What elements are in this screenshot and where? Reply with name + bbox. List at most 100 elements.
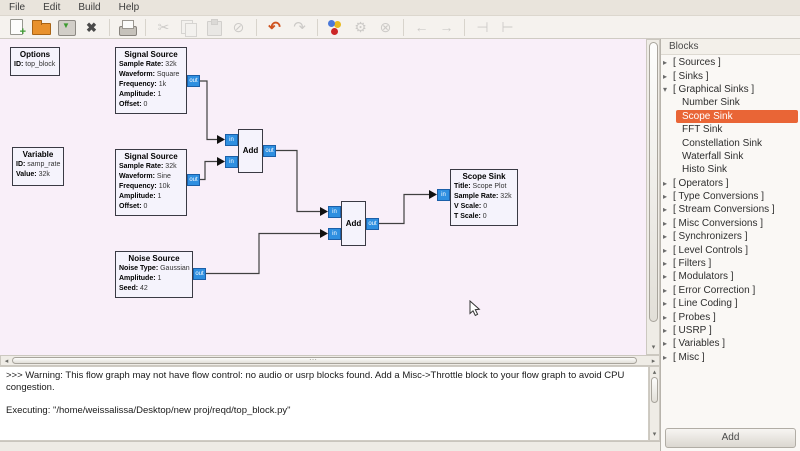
- expander-closed-icon[interactable]: ▸: [663, 177, 672, 190]
- save-icon[interactable]: [54, 17, 79, 37]
- port-in[interactable]: in: [437, 189, 450, 201]
- tree-item-histo-sink[interactable]: Histo Sink: [661, 163, 800, 176]
- block-param: T Scale: 0: [454, 212, 514, 222]
- tree-item-misc-conversions[interactable]: ▸[ Misc Conversions ]: [661, 217, 800, 230]
- block-add-1[interactable]: Add: [238, 129, 263, 173]
- tree-item-stream-conversions[interactable]: ▸[ Stream Conversions ]: [661, 203, 800, 216]
- tree-item-modulators[interactable]: ▸[ Modulators ]: [661, 270, 800, 283]
- block-param: Offset: 0: [119, 202, 183, 212]
- console-line: >>> Warning: This flow graph may not hav…: [6, 370, 642, 393]
- tree-item-fft-sink[interactable]: FFT Sink: [661, 123, 800, 136]
- port-out[interactable]: out: [366, 218, 379, 230]
- tree-item-operators[interactable]: ▸[ Operators ]: [661, 177, 800, 190]
- print-icon[interactable]: [115, 17, 140, 37]
- menu-file[interactable]: File: [0, 1, 34, 14]
- tree-item-waterfall-sink[interactable]: Waterfall Sink: [661, 150, 800, 163]
- flowgraph-canvas[interactable]: OptionsID: top_block VariableID: samp_rat…: [0, 39, 646, 355]
- tree-item-type-conversions[interactable]: ▸[ Type Conversions ]: [661, 190, 800, 203]
- canvas-hscroll-thumb[interactable]: [12, 357, 637, 364]
- scroll-right-arrow-icon[interactable]: ▸: [649, 357, 658, 366]
- expander-closed-icon[interactable]: ▸: [663, 311, 672, 324]
- canvas-vscroll-thumb[interactable]: [649, 42, 658, 322]
- tree-item-label: [ Line Coding ]: [673, 298, 738, 309]
- port-out[interactable]: out: [193, 268, 206, 280]
- expander-closed-icon[interactable]: ▸: [663, 297, 672, 310]
- redo-icon-glyph: ↷: [293, 20, 306, 35]
- block-signal-source-2[interactable]: Signal SourceSample Rate: 32kWaveform: S…: [115, 149, 187, 216]
- expander-open-icon[interactable]: ▾: [663, 83, 672, 96]
- console-vscrollbar[interactable]: ▴ ▾: [649, 366, 660, 441]
- block-title: Noise Source: [116, 252, 192, 264]
- expander-closed-icon[interactable]: ▸: [663, 284, 672, 297]
- block-disable-icon: ⊘: [226, 17, 251, 37]
- block-tree[interactable]: ▸[ Sources ]▸[ Sinks ]▾[ Graphical Sinks…: [661, 56, 800, 424]
- expander-closed-icon[interactable]: ▸: [663, 203, 672, 216]
- tree-item-synchronizers[interactable]: ▸[ Synchronizers ]: [661, 230, 800, 243]
- expander-closed-icon[interactable]: ▸: [663, 190, 672, 203]
- port-out[interactable]: out: [263, 145, 276, 157]
- block-signal-source-1[interactable]: Signal SourceSample Rate: 32kWaveform: S…: [115, 47, 187, 114]
- block-variable[interactable]: VariableID: samp_rateValue: 32k: [12, 147, 64, 186]
- port-in[interactable]: in: [225, 134, 238, 146]
- block-param: Amplitude: 1: [119, 192, 183, 202]
- expander-closed-icon[interactable]: ▸: [663, 257, 672, 270]
- expander-closed-icon[interactable]: ▸: [663, 337, 672, 350]
- scroll-down-arrow-icon[interactable]: ▾: [649, 343, 658, 352]
- tree-item-misc[interactable]: ▸[ Misc ]: [661, 351, 800, 364]
- expander-closed-icon[interactable]: ▸: [663, 70, 672, 83]
- new-file-icon[interactable]: [4, 17, 29, 37]
- console-output[interactable]: >>> Warning: This flow graph may not hav…: [0, 366, 649, 441]
- generate-flowgraph-icon[interactable]: [323, 17, 348, 37]
- tree-item-level-controls[interactable]: ▸[ Level Controls ]: [661, 243, 800, 256]
- canvas-vscrollbar[interactable]: ▾: [646, 39, 660, 355]
- tree-item-filters[interactable]: ▸[ Filters ]: [661, 257, 800, 270]
- tree-item-label: [ Level Controls ]: [673, 245, 748, 256]
- block-param: Offset: 0: [119, 100, 183, 110]
- menu-bar: FileEditBuildHelp: [0, 0, 800, 16]
- scroll-down-arrow-icon[interactable]: ▾: [650, 430, 659, 439]
- kill-icon: ⊗: [373, 17, 398, 37]
- port-in[interactable]: in: [328, 228, 341, 240]
- expander-closed-icon[interactable]: ▸: [663, 324, 672, 337]
- expander-closed-icon[interactable]: ▸: [663, 244, 672, 257]
- tree-item-sources[interactable]: ▸[ Sources ]: [661, 56, 800, 69]
- tree-item-constellation-sink[interactable]: Constellation Sink: [661, 136, 800, 149]
- expander-closed-icon[interactable]: ▸: [663, 270, 672, 283]
- canvas-hscrollbar[interactable]: ◂ ⋯ ▸: [0, 355, 660, 366]
- tree-item-error-correction[interactable]: ▸[ Error Correction ]: [661, 284, 800, 297]
- tree-item-variables[interactable]: ▸[ Variables ]: [661, 337, 800, 350]
- tree-item-probes[interactable]: ▸[ Probes ]: [661, 310, 800, 323]
- menu-build[interactable]: Build: [69, 1, 109, 14]
- block-scope-sink[interactable]: Scope SinkTitle: Scope PlotSample Rate: …: [450, 169, 518, 226]
- undo-icon[interactable]: ↶: [262, 17, 287, 37]
- block-noise-source[interactable]: Noise SourceNoise Type: GaussianAmplitud…: [115, 251, 193, 298]
- add-block-button[interactable]: Add: [665, 428, 796, 448]
- expander-closed-icon[interactable]: ▸: [663, 351, 672, 364]
- tree-item-line-coding[interactable]: ▸[ Line Coding ]: [661, 297, 800, 310]
- tree-item-scope-sink[interactable]: Scope Sink: [661, 110, 800, 123]
- block-param: ID: top_block: [14, 60, 56, 70]
- port-out[interactable]: out: [187, 75, 200, 87]
- block-options[interactable]: OptionsID: top_block: [10, 47, 60, 76]
- scroll-left-arrow-icon[interactable]: ◂: [2, 357, 11, 366]
- tree-item-usrp[interactable]: ▸[ USRP ]: [661, 324, 800, 337]
- port-out[interactable]: out: [187, 174, 200, 186]
- close-icon[interactable]: ✖: [79, 17, 104, 37]
- menu-help[interactable]: Help: [110, 1, 149, 14]
- tree-item-number-sink[interactable]: Number Sink: [661, 96, 800, 109]
- tree-item-sinks[interactable]: ▸[ Sinks ]: [661, 69, 800, 82]
- block-params: Sample Rate: 32kWaveform: SineFrequency:…: [116, 162, 186, 212]
- expander-closed-icon[interactable]: ▸: [663, 56, 672, 69]
- scroll-up-arrow-icon[interactable]: ▴: [650, 368, 659, 377]
- menu-edit[interactable]: Edit: [34, 1, 69, 14]
- port-in[interactable]: in: [328, 206, 341, 218]
- port-in[interactable]: in: [225, 156, 238, 168]
- toolbar-group: ✖: [4, 17, 104, 37]
- block-add-2[interactable]: Add: [341, 201, 366, 246]
- tree-item-graphical-sinks[interactable]: ▾[ Graphical Sinks ]: [661, 83, 800, 96]
- status-bar: [0, 441, 660, 451]
- expander-closed-icon[interactable]: ▸: [663, 230, 672, 243]
- console-vscroll-thumb[interactable]: [651, 377, 658, 403]
- open-icon[interactable]: [29, 17, 54, 37]
- expander-closed-icon[interactable]: ▸: [663, 217, 672, 230]
